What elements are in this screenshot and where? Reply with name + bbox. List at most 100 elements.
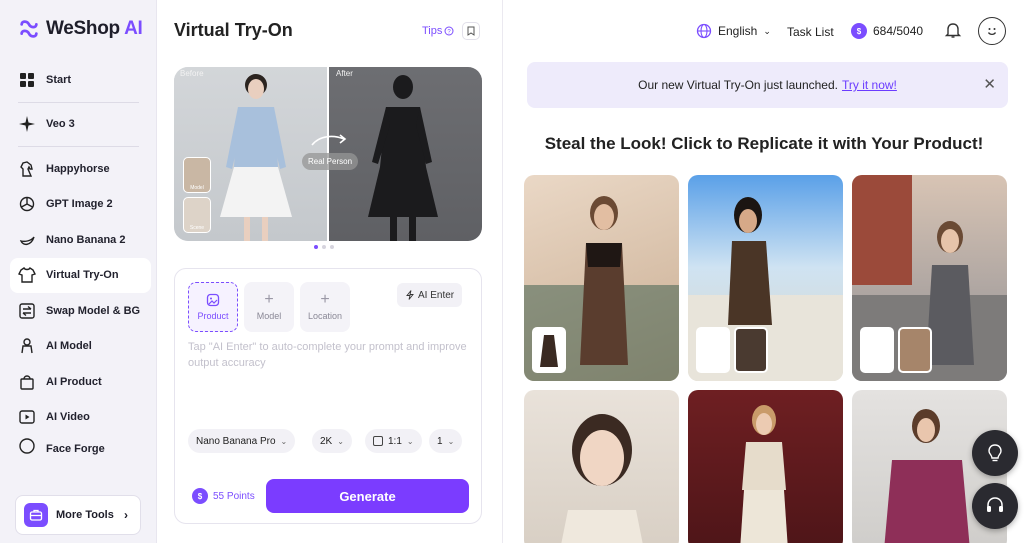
gallery-item[interactable] — [688, 390, 843, 543]
gallery-title: Steal the Look! Click to Replicate it wi… — [544, 134, 984, 153]
prompt-card: Product + Model + Location AI Enter Tap … — [174, 268, 482, 524]
close-icon[interactable]: ✕ — [983, 75, 996, 93]
banana-icon — [19, 236, 35, 245]
credits-balance[interactable]: $ 684/5040 — [851, 23, 923, 39]
carousel-dot[interactable] — [322, 245, 326, 249]
carousel-dot[interactable] — [314, 245, 318, 249]
sidebar-item-happyhorse[interactable]: Happyhorse — [10, 151, 151, 187]
chevron-right-icon: › — [124, 508, 128, 522]
banner-text: Our new Virtual Try-On just launched. — [638, 78, 838, 92]
sidebar-item-start[interactable]: Start — [10, 62, 151, 98]
plus-icon: + — [320, 291, 330, 308]
announcement-banner: Our new Virtual Try-On just launched. Tr… — [527, 62, 1008, 108]
ratio-select[interactable]: 1:1 ⌄ — [365, 429, 422, 453]
sidebar-item-virtual-try-on[interactable]: Virtual Try-On — [10, 257, 151, 293]
ai-enter-button[interactable]: AI Enter — [397, 283, 463, 307]
model-thumbnail: Model — [183, 157, 211, 193]
resolution-select-value: 2K — [320, 435, 333, 447]
example-preview: Model Scene Before After Real Person — [174, 67, 482, 241]
more-tools-button[interactable]: More Tools › — [15, 495, 141, 535]
chevron-down-icon: ⌄ — [447, 436, 455, 446]
sidebar-item-label: Start — [46, 73, 72, 86]
gallery-item[interactable] — [524, 390, 679, 543]
slot-label: Model — [256, 311, 282, 321]
sidebar-item-ai-model[interactable]: AI Model — [10, 329, 151, 365]
gallery-photo — [561, 414, 643, 543]
tips-button[interactable]: Tips ? — [422, 25, 454, 37]
count-select-value: 1 — [437, 435, 443, 447]
language-select[interactable]: English ⌄ — [696, 23, 771, 39]
chevron-down-icon: ⌄ — [406, 436, 414, 446]
gallery-item[interactable] — [688, 175, 843, 381]
product-upload-slot[interactable]: Product — [188, 282, 238, 332]
product-thumbnail — [860, 327, 894, 373]
globe-icon — [696, 23, 712, 39]
task-list-link[interactable]: Task List — [787, 25, 834, 39]
face-icon — [19, 438, 35, 454]
sidebar-item-gpt-image-2[interactable]: GPT Image 2 — [10, 187, 151, 223]
generate-button[interactable]: Generate — [266, 479, 469, 513]
plus-icon: + — [264, 291, 274, 308]
aspect-ratio-icon — [373, 436, 383, 446]
carousel-dot[interactable] — [330, 245, 334, 249]
shirt-icon — [18, 267, 36, 283]
count-select[interactable]: 1 ⌄ — [429, 429, 463, 453]
gallery-item[interactable] — [524, 175, 679, 381]
chevron-down-icon: ⌄ — [280, 436, 288, 446]
sidebar-item-face-forge[interactable]: Face Forge — [10, 435, 151, 455]
model-select[interactable]: Nano Banana Pro ⌄ — [188, 429, 296, 453]
model-thumbnail — [898, 327, 932, 373]
location-upload-slot[interactable]: + Location — [300, 282, 350, 332]
slot-label: Location — [307, 311, 343, 321]
sidebar: WeShop AI Start Veo 3 Happyhorse GPT Ima… — [0, 0, 157, 543]
sidebar-item-swap-model-bg[interactable]: Swap Model & BG — [10, 293, 151, 329]
credits-value: 684/5040 — [873, 24, 924, 38]
bookmark-button[interactable] — [462, 22, 480, 40]
gallery-photo — [740, 405, 788, 543]
sidebar-item-label: Swap Model & BG — [46, 304, 141, 317]
product-thumbnail — [696, 327, 730, 373]
scene-thumbnail: Scene — [183, 197, 211, 233]
support-button[interactable] — [972, 483, 1018, 529]
bell-icon[interactable] — [944, 21, 962, 39]
avatar[interactable] — [978, 17, 1006, 45]
openai-icon — [19, 197, 35, 212]
try-on-panel: Virtual Try-On Tips ? Model Scene Before — [157, 0, 503, 543]
sidebar-item-ai-video[interactable]: AI Video — [10, 400, 151, 436]
gallery-item[interactable] — [852, 175, 1007, 381]
sidebar-item-nano-banana-2[interactable]: Nano Banana 2 — [10, 222, 151, 258]
swap-icon — [19, 303, 35, 319]
carousel-dots — [314, 245, 334, 249]
logo[interactable]: WeShop AI — [18, 18, 143, 40]
sidebar-item-label: AI Video — [46, 411, 90, 424]
headset-icon — [987, 497, 1003, 512]
prompt-input[interactable]: Tap "AI Enter" to auto-complete your pro… — [188, 339, 468, 371]
after-label: After — [336, 69, 353, 78]
resolution-select[interactable]: 2K ⌄ — [312, 429, 352, 453]
tips-label: Tips — [422, 25, 443, 37]
ideas-button[interactable] — [972, 430, 1018, 476]
sidebar-item-veo-3[interactable]: Veo 3 — [10, 107, 151, 143]
weshop-logo-icon — [20, 20, 38, 38]
upload-image-icon — [206, 293, 220, 307]
sidebar-item-ai-product[interactable]: AI Product — [10, 364, 151, 400]
try-it-now-link[interactable]: Try it now! — [842, 78, 897, 92]
video-icon — [19, 410, 35, 424]
points-cost: $ 55 Points — [192, 488, 255, 504]
bookmark-icon — [467, 26, 475, 36]
language-value: English — [718, 24, 758, 38]
lightning-icon — [406, 290, 414, 300]
scene-thumb-label: Scene — [189, 225, 205, 231]
arrow-right-icon — [311, 134, 347, 146]
sidebar-item-label: Virtual Try-On — [46, 269, 119, 282]
logo-ai-text: AI — [124, 18, 143, 39]
model-thumbnail — [734, 327, 768, 373]
model-upload-slot[interactable]: + Model — [244, 282, 294, 332]
slot-label: Product — [197, 311, 229, 321]
sidebar-item-label: Face Forge — [46, 443, 105, 455]
sidebar-nav: Start Veo 3 Happyhorse GPT Image 2 Nano … — [10, 62, 151, 455]
product-thumbnail — [532, 327, 566, 373]
help-icon: ? — [444, 26, 454, 36]
model-select-value: Nano Banana Pro — [196, 435, 276, 447]
bag-icon — [20, 375, 34, 390]
